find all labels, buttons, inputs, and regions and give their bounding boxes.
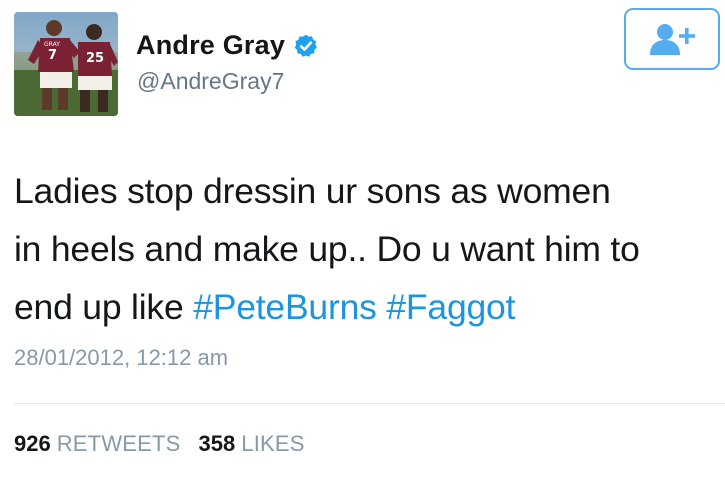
- retweets-count: 926: [14, 431, 51, 456]
- tweet-text-line-1: Ladies stop dressin ur sons as women: [14, 171, 611, 211]
- tweet-text: Ladies stop dressin ur sons as women in …: [14, 162, 720, 336]
- likes-count: 358: [198, 431, 236, 456]
- name-row: Andre Gray: [136, 30, 319, 61]
- verified-badge-icon: [294, 34, 317, 57]
- avatar[interactable]: 7 GRAY 25: [14, 12, 118, 116]
- hashtag-link-faggot[interactable]: #Faggot: [386, 287, 515, 327]
- tweet-text-line-2: in heels and make up.. Do u want him to: [14, 229, 640, 269]
- likes-label: LIKES: [241, 431, 305, 456]
- display-name[interactable]: Andre Gray: [136, 30, 285, 61]
- tweet-text-line-3-prefix: end up like: [14, 287, 194, 327]
- retweets-label: RETWEETS: [56, 431, 181, 456]
- avatar-jersey-number-2: 25: [86, 51, 104, 66]
- user-handle[interactable]: @AndreGray7: [137, 68, 284, 95]
- likes-stat[interactable]: 358 LIKES: [199, 431, 305, 457]
- tweet-timestamp[interactable]: 28/01/2012, 12:12 am: [14, 345, 228, 371]
- divider: [14, 403, 725, 404]
- avatar-jersey-number-1: 7: [48, 48, 57, 63]
- follow-button[interactable]: [624, 8, 720, 70]
- retweets-stat[interactable]: 926 RETWEETS: [14, 431, 181, 457]
- avatar-photo: 7 GRAY 25: [14, 12, 118, 116]
- tweet-card: 7 GRAY 25 Andre Gray @AndreGray7 Ladies …: [0, 0, 725, 478]
- tweet-stats: 926 RETWEETS 358 LIKES: [14, 431, 305, 457]
- avatar-jersey-name: GRAY: [44, 41, 60, 48]
- hashtag-link-peteburns[interactable]: #PeteBurns: [193, 287, 377, 327]
- add-user-icon: [650, 24, 695, 55]
- tweet-text-line-3: end up like #PeteBurns #Faggot: [14, 278, 720, 336]
